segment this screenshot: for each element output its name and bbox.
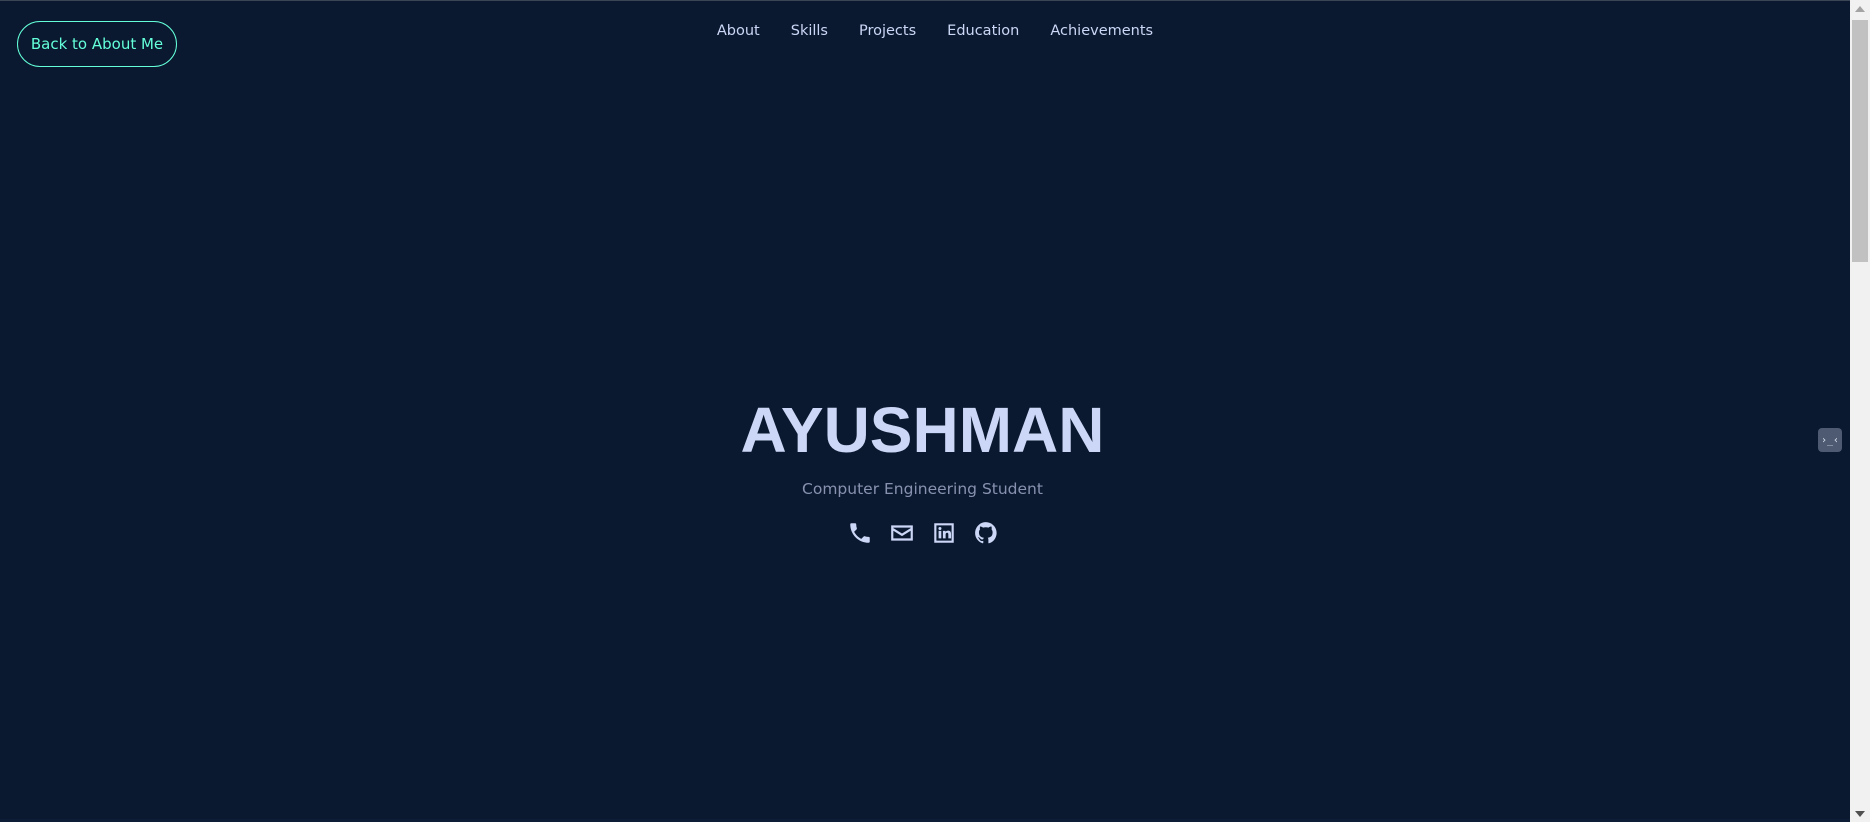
email-icon[interactable]: [889, 520, 915, 546]
linkedin-icon[interactable]: [931, 520, 957, 546]
portfolio-page: Back to About Me About Skills Projects E…: [0, 0, 1870, 822]
nav-item-achievements[interactable]: Achievements: [1050, 20, 1153, 42]
social-links: [0, 520, 1845, 546]
hero-name: AYUSHMAN: [740, 394, 1105, 466]
phone-icon[interactable]: [847, 520, 873, 546]
scroll-up-arrow-icon[interactable]: [1850, 0, 1870, 17]
chat-widget-icon[interactable]: ›_‹: [1818, 428, 1842, 452]
hero-subtitle: Computer Engineering Student: [802, 480, 1043, 498]
main-nav: About Skills Projects Education Achievem…: [0, 20, 1850, 42]
top-border: [0, 0, 1850, 1]
github-icon[interactable]: [973, 520, 999, 546]
nav-item-education[interactable]: Education: [947, 20, 1019, 42]
scroll-thumb[interactable]: [1852, 20, 1868, 262]
nav-item-about[interactable]: About: [717, 20, 760, 42]
nav-item-skills[interactable]: Skills: [791, 20, 828, 42]
vertical-scrollbar[interactable]: [1850, 0, 1870, 822]
hero-section: AYUSHMAN Computer Engineering Student: [0, 390, 1845, 546]
scroll-down-arrow-icon[interactable]: [1850, 805, 1870, 822]
nav-item-projects[interactable]: Projects: [859, 20, 916, 42]
